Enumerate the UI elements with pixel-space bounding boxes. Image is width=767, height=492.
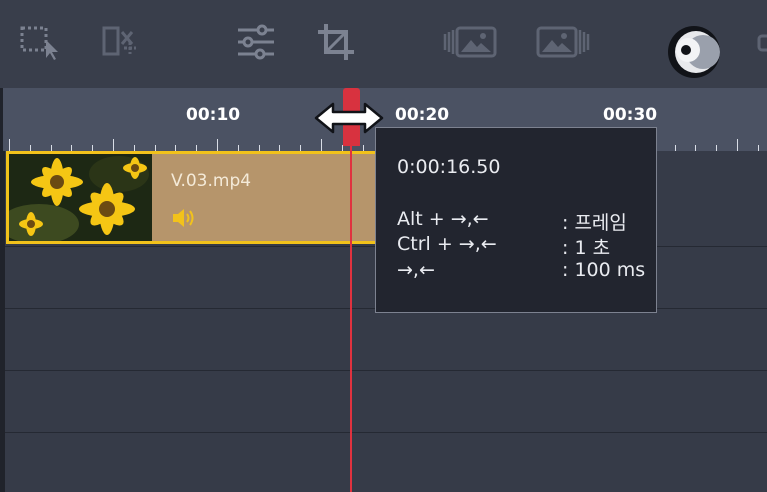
shortcut-row: →,← : 100 ms [397,259,657,283]
video-clip[interactable]: V.03.mp4 [6,151,386,244]
marquee-select-icon[interactable] [18,22,58,62]
toolbar [0,0,767,88]
shortcut-row: Alt + →,← : 프레임 [397,208,657,234]
ruler-tick [217,139,218,151]
speaker-icon [171,207,197,229]
fade-out-image-icon[interactable] [536,22,592,62]
playhead-line [350,140,352,492]
ruler-tick [9,139,10,151]
ruler-tick [321,139,322,151]
shortcut-keys: →,← [397,259,435,281]
shortcut-keys: Alt + →,← [397,208,489,230]
overflow-icon[interactable] [757,22,767,62]
tooltip-time: 0:00:16.50 [397,156,501,178]
shortcut-row: Ctrl + →,← : 1 초 [397,233,657,259]
shortcut-value: : 100 ms [562,259,646,281]
ruler-label: 00:10 [186,105,241,125]
ruler-tick [113,139,114,151]
delete-gap-icon[interactable] [100,22,140,62]
clip-filename: V.03.mp4 [171,171,252,191]
ruler-tick [737,139,738,151]
playhead-tooltip: 0:00:16.50 Alt + →,← : 프레임 Ctrl + →,← : … [375,127,657,313]
shortcut-keys: Ctrl + →,← [397,233,497,255]
track-divider [5,370,767,371]
shortcut-value: : 1 초 [562,237,611,259]
adjust-settings-icon[interactable] [236,22,276,62]
motion-tracking-icon[interactable] [666,24,722,80]
fade-in-image-icon[interactable] [443,22,499,62]
clip-thumbnail [9,154,152,241]
ruler-label: 00:30 [603,105,658,125]
crop-icon[interactable] [316,22,356,62]
shortcut-value: : 프레임 [562,212,627,234]
ruler-label: 00:20 [395,105,450,125]
track-divider [5,432,767,433]
